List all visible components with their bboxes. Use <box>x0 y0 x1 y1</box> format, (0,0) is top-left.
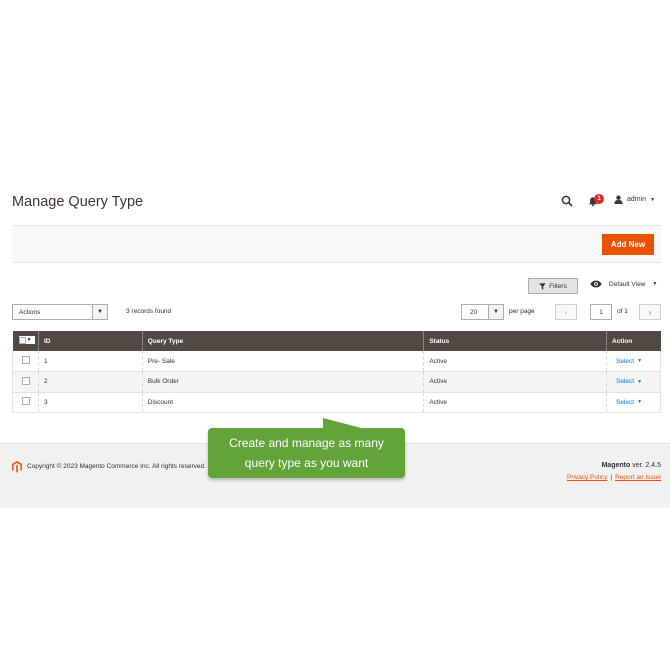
report-issue-link[interactable]: Report an Issue <box>615 474 661 481</box>
chevron-down-icon: ▼ <box>637 378 643 385</box>
notification-count-badge: 1 <box>594 194 604 204</box>
magento-logo-icon <box>12 461 22 473</box>
total-pages-label: of 1 <box>617 308 628 315</box>
cell-action: Select ▼ <box>606 392 661 413</box>
promo-callout-line-2: query type as you want <box>244 456 369 470</box>
cell-query-type: Pre- Sale <box>141 351 424 372</box>
cell-query-type: Bulk Order <box>141 371 424 393</box>
chevron-down-icon: ▼ <box>488 305 503 319</box>
mass-actions-label: Actions <box>19 308 41 316</box>
cell-status: Active <box>423 351 607 372</box>
filter-icon <box>539 282 546 290</box>
page-actions-bar: Add New <box>12 225 661 263</box>
per-page-select[interactable]: 20 ▼ <box>461 304 504 320</box>
user-name: admin <box>627 196 647 203</box>
row-action-select[interactable]: Select ▼ <box>616 358 642 365</box>
default-view-label: Default View <box>609 280 646 288</box>
chevron-down-icon: ▼ <box>92 305 107 319</box>
previous-page-button[interactable]: ‹ <box>555 304 577 320</box>
user-icon <box>614 195 623 204</box>
filters-button[interactable]: Filters <box>528 278 578 294</box>
per-page-label: per page <box>509 308 535 315</box>
default-view-switcher[interactable]: Default View ▼ <box>590 280 657 288</box>
promo-callout-line-1: Create and manage as many <box>229 436 384 450</box>
row-action-label: Select <box>616 357 635 365</box>
cell-id: 2 <box>37 371 143 393</box>
user-menu[interactable]: admin ▼ <box>614 195 655 204</box>
chevron-down-icon: ▼ <box>652 281 658 287</box>
cell-id: 3 <box>37 392 143 413</box>
chevron-down-icon: ▼ <box>650 196 656 203</box>
row-checkbox-cell[interactable] <box>12 371 39 393</box>
mass-select-header[interactable]: ▼ <box>12 331 39 351</box>
filters-label: Filters <box>549 282 567 290</box>
records-found-count: 3 records found <box>126 308 172 315</box>
row-checkbox[interactable] <box>22 376 30 385</box>
cell-query-type: Discount <box>141 392 424 413</box>
current-page-input[interactable]: 1 <box>590 304 612 320</box>
cell-action: Select ▼ <box>606 351 661 372</box>
row-checkbox-cell[interactable] <box>12 351 39 372</box>
query-type-grid: ▼ ID Query Type Status Action 1 Pre- Sal… <box>12 331 661 413</box>
column-header-action: Action <box>606 331 661 351</box>
cell-status: Active <box>423 371 607 393</box>
page-title: Manage Query Type <box>12 194 144 210</box>
per-page-value: 20 <box>470 308 478 316</box>
mass-select-checkbox[interactable]: ▼ <box>18 336 35 345</box>
row-checkbox[interactable] <box>22 356 30 364</box>
table-row[interactable]: 1 Pre- Sale Active Select ▼ <box>12 351 661 372</box>
table-row[interactable]: 2 Bulk Order Active Select ▼ <box>12 371 661 393</box>
chevron-left-icon: ‹ <box>564 307 568 317</box>
mass-actions-select[interactable]: Actions ▼ <box>12 304 108 320</box>
promo-callout: Create and manage as many query type as … <box>208 428 405 478</box>
chevron-down-icon: ▼ <box>637 399 643 406</box>
row-action-label: Select <box>616 378 635 386</box>
next-page-button[interactable]: › <box>639 304 661 320</box>
row-action-select[interactable]: Select ▼ <box>616 399 642 406</box>
footer-version-number: ver. 2.4.5 <box>630 462 661 469</box>
cell-id: 1 <box>37 351 143 372</box>
footer-version: Magento ver. 2.4.5 <box>601 462 661 469</box>
column-header-status[interactable]: Status <box>423 331 607 351</box>
footer-link-separator: | <box>610 474 613 481</box>
search-icon[interactable] <box>561 195 573 207</box>
chevron-down-icon: ▼ <box>637 358 643 364</box>
row-action-label: Select <box>616 398 635 406</box>
grid-header-row: ▼ ID Query Type Status Action <box>12 331 661 351</box>
footer-copyright: Copyright © 2023 Magento Commerce Inc. A… <box>27 463 206 470</box>
add-new-button[interactable]: Add New <box>602 234 654 255</box>
cell-action: Select ▼ <box>606 371 661 393</box>
footer-links: Privacy Policy | Report an Issue <box>567 474 661 481</box>
row-checkbox[interactable] <box>22 397 30 406</box>
column-header-query-type[interactable]: Query Type <box>141 331 424 351</box>
footer-brand: Magento <box>601 462 631 469</box>
row-checkbox-cell[interactable] <box>12 392 39 413</box>
table-row[interactable]: 3 Discount Active Select ▼ <box>12 392 661 413</box>
cell-status: Active <box>423 392 607 413</box>
privacy-policy-link[interactable]: Privacy Policy <box>567 474 607 481</box>
chevron-right-icon: › <box>648 307 652 317</box>
eye-icon <box>590 280 602 288</box>
column-header-id[interactable]: ID <box>37 331 143 351</box>
row-action-select[interactable]: Select ▼ <box>616 378 642 385</box>
